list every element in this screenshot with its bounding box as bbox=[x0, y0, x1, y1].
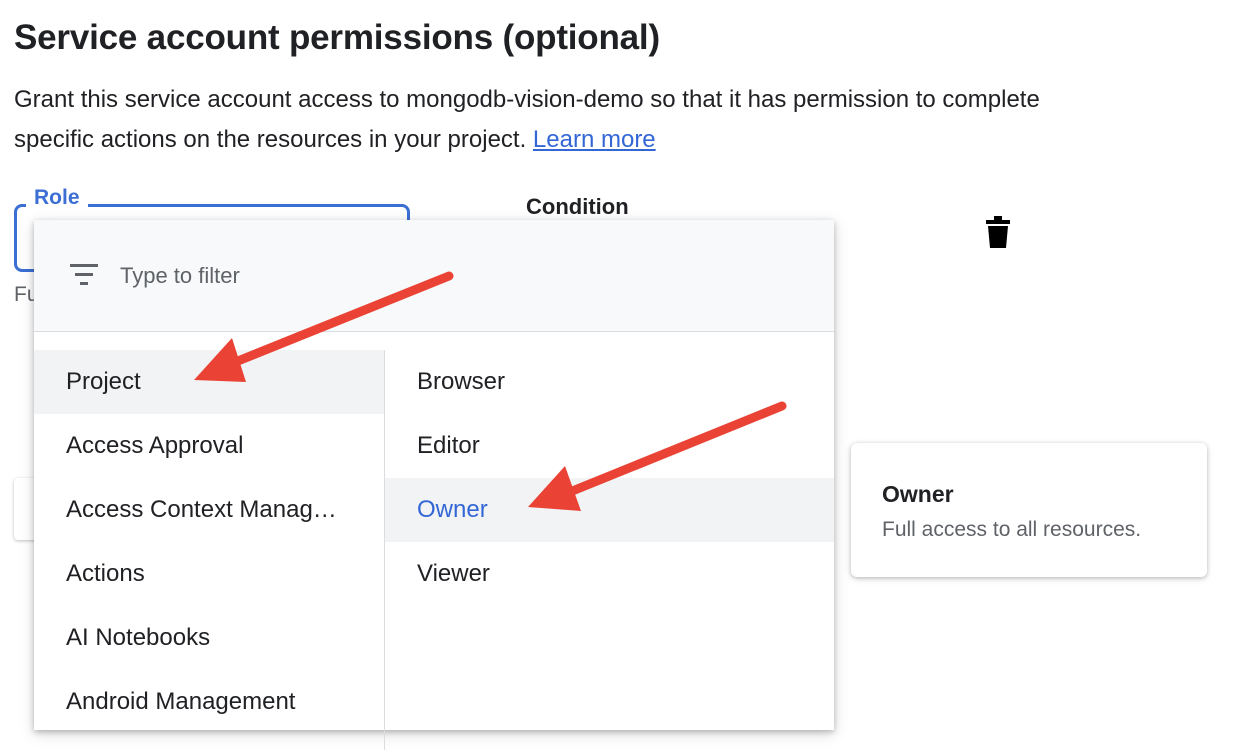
category-list: Project Access Approval Access Context M… bbox=[34, 350, 385, 750]
role-description-title: Owner bbox=[882, 481, 954, 507]
role-list: Browser Editor Owner Viewer bbox=[385, 350, 834, 750]
role-item-browser[interactable]: Browser bbox=[385, 350, 834, 414]
filter-row bbox=[34, 220, 834, 332]
role-description-text: Full access to all resources. bbox=[882, 518, 1142, 541]
role-item-viewer[interactable]: Viewer bbox=[385, 542, 834, 606]
filter-input[interactable] bbox=[118, 256, 522, 296]
category-item-ai-notebooks[interactable]: AI Notebooks bbox=[34, 606, 384, 670]
role-item-editor[interactable]: Editor bbox=[385, 414, 834, 478]
trash-icon[interactable] bbox=[984, 216, 1012, 248]
category-item-project[interactable]: Project bbox=[34, 350, 384, 414]
category-item-android-management[interactable]: Android Management bbox=[34, 670, 384, 734]
filter-list-icon bbox=[70, 264, 98, 285]
category-item-access-context-manager[interactable]: Access Context Manag… bbox=[34, 478, 384, 542]
category-item-access-approval[interactable]: Access Approval bbox=[34, 414, 384, 478]
role-label: Role bbox=[26, 186, 88, 210]
learn-more-link[interactable]: Learn more bbox=[533, 126, 656, 153]
description-text: Grant this service account access to mon… bbox=[14, 86, 1040, 153]
role-dropdown: Project Access Approval Access Context M… bbox=[34, 220, 834, 750]
condition-label: Condition bbox=[526, 194, 629, 219]
page-title: Service account permissions (optional) bbox=[14, 18, 660, 57]
role-item-owner[interactable]: Owner bbox=[385, 478, 834, 542]
role-description-card: Owner Full access to all resources. bbox=[851, 443, 1207, 577]
page-description: Grant this service account access to mon… bbox=[14, 80, 1054, 160]
role-helper-text: Full access to all resources. bbox=[14, 283, 36, 306]
category-item-actions[interactable]: Actions bbox=[34, 542, 384, 606]
